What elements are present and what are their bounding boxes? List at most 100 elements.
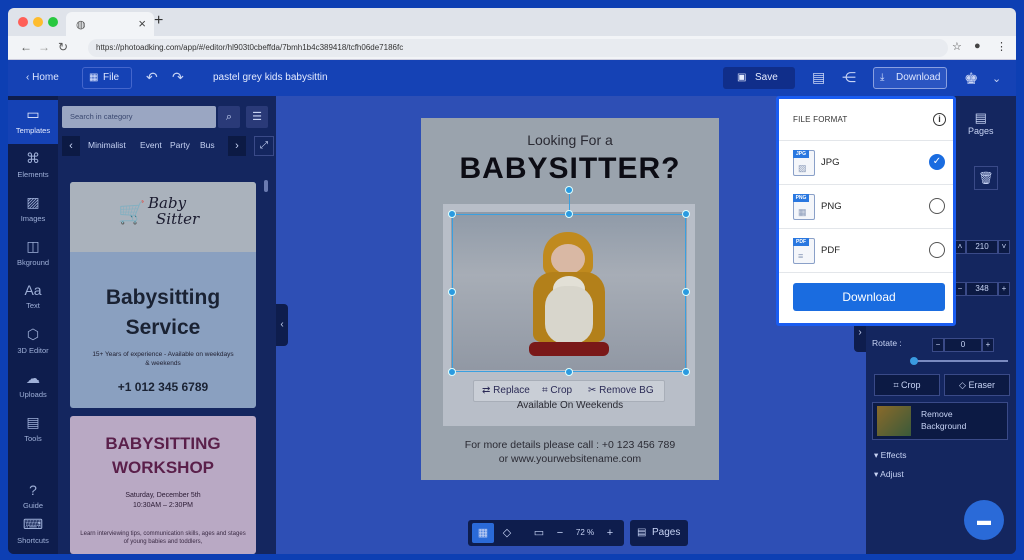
bookmark-star-icon[interactable]: ☆ [952, 40, 962, 53]
close-tab-icon[interactable]: × [138, 16, 146, 31]
rotate-field[interactable]: 0 [944, 338, 982, 352]
sidebar-item-background[interactable]: ◫ Bkground [8, 232, 58, 276]
crop-tool-button[interactable]: ⌗ Crop [874, 374, 940, 396]
design-contact[interactable]: For more details please call : +0 123 45… [421, 438, 719, 466]
sidebar-item-tools[interactable]: ▤ Tools [8, 408, 58, 452]
width-stepper-down[interactable]: ˅ [998, 240, 1010, 254]
app-window: ◍ × + ← → ↻ https://photoadking.com/app/… [8, 8, 1016, 554]
resize-handle[interactable] [448, 288, 456, 296]
eraser-icon[interactable]: ◇ [496, 523, 518, 543]
sidebar-item-templates[interactable]: ▭ Templates [8, 100, 58, 144]
back-icon[interactable]: ← [20, 40, 32, 54]
collapse-left-panel-icon[interactable]: ‹ [276, 304, 288, 346]
slider-knob[interactable] [910, 357, 918, 365]
info-icon[interactable]: i [933, 113, 946, 126]
adjust-accordion[interactable]: ▾ Adjust [874, 469, 904, 480]
present-icon[interactable]: ▭ [528, 523, 550, 543]
template-card-babysitting-workshop[interactable]: BABYSITTING WORKSHOP Saturday, December … [70, 416, 256, 554]
sidebar-item-shortcuts[interactable]: ⌨ Shortcuts [8, 510, 58, 554]
comment-icon[interactable]: ▤ [812, 69, 825, 86]
minimize-window-dot[interactable] [33, 17, 43, 27]
profile-icon[interactable]: ● [974, 40, 981, 52]
chess-king-icon[interactable]: ♚ [964, 69, 978, 89]
rotate-slider[interactable] [910, 357, 1008, 365]
remove-background-button[interactable]: Remove Background [872, 402, 1008, 440]
chat-support-button[interactable]: ▬ [964, 500, 1004, 540]
rotate-plus[interactable]: + [982, 338, 994, 352]
resize-handle[interactable] [682, 210, 690, 218]
resize-handle[interactable] [448, 368, 456, 376]
design-page[interactable]: Looking For a BABYSITTER? ⇄ Replace ⌗ Cr… [421, 118, 719, 480]
rotate-handle[interactable] [565, 186, 573, 194]
format-radio-selected[interactable]: ✓ [929, 154, 945, 170]
sidebar-item-images[interactable]: ▨ Images [8, 188, 58, 232]
height-field[interactable]: 348 [966, 282, 998, 296]
width-field[interactable]: 210 [966, 240, 998, 254]
file-format-title: FILE FORMAT [793, 115, 848, 124]
eraser-tool-button[interactable]: ◇ Eraser [944, 374, 1010, 396]
design-line-3[interactable]: Available On Weekends [421, 400, 719, 411]
forward-icon[interactable]: → [38, 40, 50, 54]
chevron-down-icon[interactable]: ⌄ [992, 72, 1001, 85]
search-input[interactable]: Search in category [62, 106, 216, 128]
reload-icon[interactable]: ↻ [58, 40, 68, 54]
grid-view-icon[interactable]: ▦ [472, 523, 494, 543]
resize-handle[interactable] [682, 368, 690, 376]
resize-handle[interactable] [565, 368, 573, 376]
sidebar-item-uploads[interactable]: ☁ Uploads [8, 364, 58, 408]
pages-button[interactable]: ▤ Pages [630, 520, 688, 546]
pages-tab[interactable]: ▤ Pages [968, 110, 994, 136]
download-confirm-button[interactable]: Download [793, 283, 945, 311]
remove-bg-button[interactable]: ✂ Remove BG [588, 385, 654, 396]
share-icon[interactable]: ⋲ [842, 69, 856, 86]
category-party[interactable]: Party [170, 140, 190, 150]
format-option-png[interactable]: PNG ▦ PNG [779, 185, 953, 229]
save-button[interactable]: ▣ Save [723, 67, 795, 89]
maximize-window-dot[interactable] [48, 17, 58, 27]
resize-handle[interactable] [565, 210, 573, 218]
category-minimalist[interactable]: Minimalist [88, 140, 126, 150]
sidebar-item-text[interactable]: Aa Text [8, 276, 58, 320]
rotate-minus[interactable]: − [932, 338, 944, 352]
zoom-in-icon[interactable]: + [602, 523, 618, 543]
chevron-right-icon[interactable]: › [228, 136, 246, 156]
trash-icon[interactable]: 🗑 [974, 166, 998, 190]
format-option-jpg[interactable]: JPG ▨ JPG ✓ [779, 141, 953, 185]
new-tab-icon[interactable]: + [154, 12, 163, 30]
save-label: Save [755, 72, 778, 83]
download-button[interactable]: ⤓ Download [873, 67, 947, 89]
expand-icon[interactable]: ⤢ [254, 136, 274, 156]
format-radio[interactable] [929, 198, 945, 214]
category-bus[interactable]: Bus [200, 140, 215, 150]
chevron-left-icon[interactable]: ‹ [62, 136, 80, 156]
design-headline[interactable]: BABYSITTER? [421, 152, 719, 186]
sidebar-item-3d-editor[interactable]: ⬡ 3D Editor [8, 320, 58, 364]
close-window-dot[interactable] [18, 17, 28, 27]
replace-button[interactable]: ⇄ Replace [482, 385, 530, 396]
category-event[interactable]: Event [140, 140, 162, 150]
resize-handle[interactable] [448, 210, 456, 218]
format-radio[interactable] [929, 242, 945, 258]
design-line-1[interactable]: Looking For a [421, 132, 719, 148]
list-view-icon[interactable]: ☰ [246, 106, 268, 128]
height-stepper-plus[interactable]: + [998, 282, 1010, 296]
search-icon[interactable]: ⌕ [218, 106, 240, 128]
templates-scrollbar[interactable] [264, 180, 268, 192]
document-name[interactable]: pastel grey kids babysitting [213, 72, 328, 83]
url-field[interactable]: https://photoadking.com/app/#/editor/hl9… [88, 39, 948, 57]
browser-tab[interactable]: ◍ × [66, 12, 154, 36]
undo-icon[interactable]: ↶ [146, 69, 158, 86]
file-button[interactable]: ▦ File [82, 67, 132, 89]
effects-accordion[interactable]: ▾ Effects [874, 450, 906, 461]
zoom-level[interactable]: 72 % [568, 523, 602, 543]
menu-kebab-icon[interactable]: ⋮ [996, 40, 1007, 53]
sidebar-item-elements[interactable]: ⌘ Elements [8, 144, 58, 188]
home-link[interactable]: ‹ Home [26, 72, 59, 83]
crop-button[interactable]: ⌗ Crop [542, 385, 572, 396]
zoom-out-icon[interactable]: − [552, 523, 568, 543]
download-format-menu: FILE FORMAT i JPG ▨ JPG ✓ PNG ▦ PNG PDF ≡ P… [776, 96, 956, 326]
format-option-pdf[interactable]: PDF ≡ PDF [779, 229, 953, 273]
redo-icon[interactable]: ↷ [172, 69, 184, 86]
resize-handle[interactable] [682, 288, 690, 296]
template-card-babysitting-service[interactable]: 🛒 Baby Sitter Babysitting Service 15+ Ye… [70, 182, 256, 408]
